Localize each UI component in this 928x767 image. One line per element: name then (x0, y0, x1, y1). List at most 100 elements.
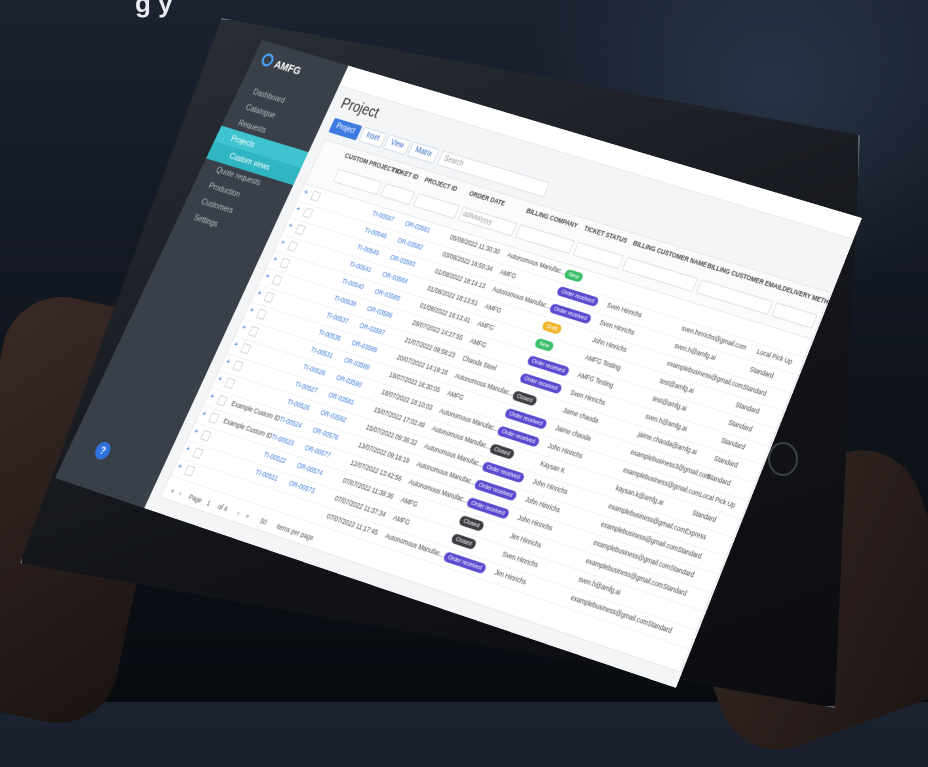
column-header[interactable]: PROJECT ID (423, 176, 458, 193)
expand-icon[interactable]: + (256, 289, 263, 298)
row-checkbox[interactable] (192, 447, 204, 459)
project-id-link[interactable]: OR-03587 (358, 321, 386, 336)
expand-icon[interactable]: + (287, 222, 294, 231)
project-id-link[interactable]: OR-03585 (373, 287, 401, 302)
expand-icon[interactable]: + (216, 375, 223, 384)
expand-icon[interactable]: + (224, 358, 231, 367)
first-page-button[interactable]: « (169, 487, 176, 496)
project-id-link[interactable]: OR-03592 (319, 408, 348, 424)
expand-icon[interactable]: + (208, 392, 215, 401)
help-button[interactable]: ? (92, 440, 114, 462)
delivery-method-cell: Standard (668, 563, 696, 580)
row-checkbox[interactable] (271, 274, 283, 286)
ticket-id-link[interactable]: TI-00546 (363, 226, 388, 240)
logo-text: AMFG (272, 58, 304, 78)
last-page-button[interactable]: » (244, 512, 251, 521)
column-header[interactable]: TICKET STATUS (583, 224, 629, 244)
expand-icon[interactable]: + (200, 410, 207, 420)
expand-icon[interactable]: + (302, 188, 309, 197)
expand-icon[interactable]: + (279, 238, 286, 247)
project-id-link[interactable]: OR-03582 (396, 236, 424, 251)
project-id-link[interactable]: OR-03581 (404, 219, 432, 234)
per-page-select[interactable]: 50 (259, 517, 269, 527)
ticket-id-link[interactable]: TI-00521 (254, 468, 279, 483)
row-checkbox[interactable] (200, 429, 212, 442)
row-checkbox[interactable] (302, 207, 314, 219)
row-checkbox[interactable] (279, 257, 291, 269)
ticket-id-link[interactable]: TI-00527 (294, 380, 319, 395)
project-id-link[interactable]: OR-03584 (381, 270, 409, 285)
column-filter[interactable] (572, 241, 624, 270)
ticket-id-link[interactable]: TI-00567 (371, 209, 396, 223)
row-checkbox[interactable] (224, 377, 236, 389)
project-id-link[interactable]: OR-00574 (296, 461, 325, 477)
expand-icon[interactable]: + (184, 445, 191, 455)
expand-icon[interactable]: + (264, 272, 271, 281)
project-id-link[interactable]: OR-00576 (311, 426, 340, 442)
row-checkbox[interactable] (216, 394, 228, 407)
ticket-id-link[interactable]: TI-00528 (302, 363, 327, 378)
delivery-method-cell: Standard (676, 544, 703, 561)
ticket-id-link[interactable]: TI-00540 (341, 277, 366, 291)
ticket-id-link[interactable]: TI-00538 (333, 294, 358, 308)
row-checkbox[interactable] (208, 412, 220, 424)
expand-icon[interactable]: + (176, 462, 183, 472)
tab[interactable]: Matrix (407, 141, 440, 164)
ticket-id-link[interactable]: TI-00522 (262, 450, 287, 465)
project-id-link[interactable]: OR-03591 (327, 391, 356, 407)
delivery-method-cell: Standard (705, 472, 733, 488)
billing-company-cell: AMFG (498, 267, 518, 281)
ticket-id-link[interactable]: TI-00536 (317, 328, 342, 342)
row-checkbox[interactable] (310, 190, 322, 202)
project-id-link[interactable]: OR-03583 (389, 253, 417, 268)
ticket-id-link[interactable]: TI-00523 (270, 432, 295, 447)
column-filter[interactable] (380, 183, 416, 206)
delivery-method-cell: Standard (734, 400, 761, 416)
row-checkbox[interactable] (255, 308, 268, 320)
billing-company-cell: AMFG (391, 513, 412, 527)
project-id-link[interactable]: OR-00577 (303, 443, 332, 459)
project-id-link[interactable]: OR-03586 (366, 304, 394, 319)
billing-company-cell: AMFG (399, 495, 420, 509)
page-number[interactable]: 1 (205, 499, 212, 508)
tab[interactable]: Project (328, 117, 363, 141)
expand-icon[interactable]: + (271, 255, 278, 264)
expand-icon[interactable]: + (192, 427, 199, 437)
ticket-id-link[interactable]: TI-00526 (286, 397, 311, 412)
next-page-button[interactable]: › (236, 509, 241, 517)
expand-icon[interactable]: + (232, 340, 239, 349)
row-checkbox[interactable] (287, 240, 299, 252)
billing-company-cell: AMFG (445, 388, 466, 402)
row-checkbox[interactable] (240, 342, 252, 355)
expand-icon[interactable]: + (240, 323, 247, 332)
project-id-link[interactable]: OR-03588 (350, 339, 378, 355)
row-checkbox[interactable] (294, 224, 306, 236)
column-header[interactable]: BILLING COMPANY (525, 207, 579, 230)
row-checkbox[interactable] (263, 291, 275, 303)
project-id-link[interactable]: OR-03589 (343, 356, 371, 372)
ticket-id-link[interactable]: TI-00541 (348, 260, 373, 274)
ticket-id-link[interactable]: TI-00524 (278, 415, 303, 430)
column-filter[interactable] (332, 168, 383, 196)
ticket-id-link[interactable]: TI-00537 (325, 311, 350, 325)
tab[interactable]: Inset (358, 126, 387, 148)
ticket-id-link[interactable]: TI-00531 (310, 345, 335, 359)
ticket-id-link[interactable]: TI-00545 (356, 243, 381, 257)
project-id-link[interactable]: OR-00573 (288, 479, 317, 495)
row-checkbox[interactable] (248, 325, 260, 338)
headline: g y (135, 0, 173, 18)
column-filter[interactable] (412, 193, 460, 219)
prev-page-button[interactable]: ‹ (178, 489, 183, 497)
expand-icon[interactable]: + (295, 205, 302, 214)
app-logo: AMFG (259, 52, 304, 78)
customer-name-cell: Kaysan K (539, 459, 567, 475)
project-id-link[interactable]: OR-03590 (335, 373, 363, 389)
row-checkbox[interactable] (232, 360, 244, 372)
row-checkbox[interactable] (184, 465, 196, 477)
column-header[interactable]: TICKET ID (391, 166, 420, 181)
column-header[interactable]: ORDER DATE (468, 189, 507, 207)
billing-company-cell: AMFG (468, 336, 488, 350)
column-filter[interactable] (771, 302, 818, 329)
tab[interactable]: View (382, 134, 412, 156)
expand-icon[interactable]: + (248, 306, 255, 315)
